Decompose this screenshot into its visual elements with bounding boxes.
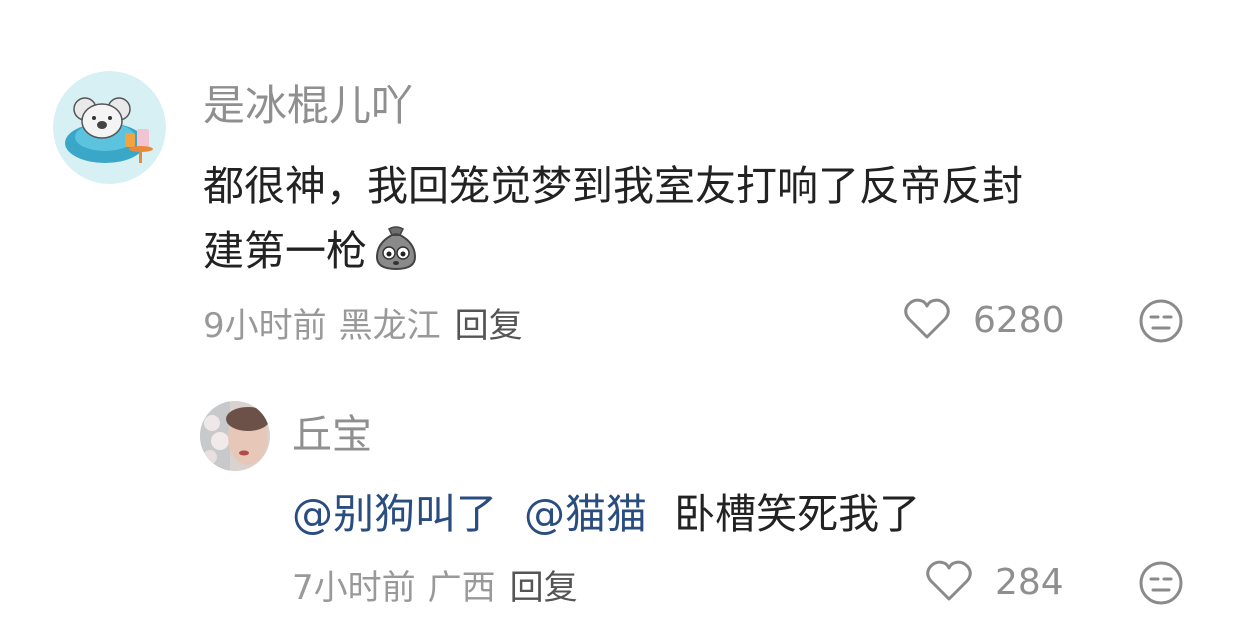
like-button[interactable]: 284 <box>925 558 1064 606</box>
reply-button[interactable]: 回复 <box>455 306 523 346</box>
user-avatar[interactable] <box>200 401 270 471</box>
meh-face-icon <box>1139 561 1183 605</box>
comment-meta: 9小时前 黑龙江 回复 <box>203 298 523 347</box>
comment-text-line2: 建第一枪 <box>203 217 421 281</box>
reply-body: 卧槽笑死我了 <box>674 490 921 538</box>
username[interactable]: 丘宝 <box>292 402 372 460</box>
meh-face-icon <box>1139 299 1183 343</box>
comment-text-end: 建第一枪 <box>203 227 367 275</box>
reply-button[interactable]: 回复 <box>510 568 578 608</box>
mention-link[interactable]: @猫猫 <box>524 490 647 538</box>
heart-outline-icon <box>903 296 951 344</box>
bag-emoji-icon <box>371 223 421 281</box>
like-count: 284 <box>995 561 1064 603</box>
username[interactable]: 是冰棍儿吖 <box>203 72 413 133</box>
comment-time: 7小时前 <box>292 568 416 608</box>
like-count: 6280 <box>973 299 1065 341</box>
comment-location: 黑龙江 <box>338 306 441 346</box>
comment-time: 9小时前 <box>203 306 327 346</box>
mention-link[interactable]: @别狗叫了 <box>292 490 497 538</box>
comment-meta: 7小时前 广西 回复 <box>292 560 578 609</box>
comment-location: 广西 <box>427 568 496 608</box>
user-avatar[interactable] <box>53 71 166 184</box>
reaction-button[interactable] <box>1138 560 1184 610</box>
reply-text: @别狗叫了 @猫猫 卧槽笑死我了 <box>292 480 920 540</box>
like-button[interactable]: 6280 <box>903 296 1065 344</box>
koala-avatar-icon <box>53 71 166 184</box>
photo-avatar-icon <box>200 401 270 471</box>
heart-outline-icon <box>925 558 973 606</box>
comment-text: 都很神，我回笼觉梦到我室友打响了反帝反封 <box>203 162 1023 210</box>
reaction-button[interactable] <box>1138 298 1184 348</box>
